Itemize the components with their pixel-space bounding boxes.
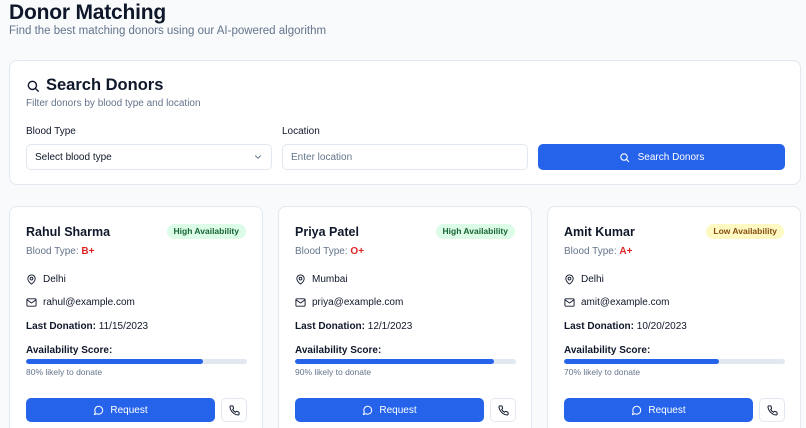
availability-score-text: 70% likely to donate	[564, 367, 641, 377]
last-donation-date: 11/15/2023	[98, 321, 149, 332]
donor-location-row: Mumbai	[295, 274, 348, 285]
call-button[interactable]	[221, 398, 247, 422]
blood-type-prefix: Blood Type:	[295, 246, 351, 257]
donor-email-row: priya@example.com	[295, 297, 403, 308]
location-label: Location	[282, 126, 320, 137]
availability-score-label: Availability Score:	[26, 345, 113, 356]
map-pin-icon	[26, 274, 37, 285]
page-title: Donor Matching	[9, 1, 167, 24]
request-button-label: Request	[379, 404, 417, 416]
donor-email: priya@example.com	[312, 297, 404, 308]
donor-card: Priya Patel High Availability Blood Type…	[278, 206, 532, 428]
blood-type-select-value: Select blood type	[35, 151, 112, 163]
location-input[interactable]	[282, 144, 528, 170]
availability-score-label: Availability Score:	[295, 345, 382, 356]
donor-location: Mumbai	[312, 274, 348, 285]
availability-score-text: 90% likely to donate	[295, 367, 372, 377]
call-button[interactable]	[490, 398, 516, 422]
blood-type-line: Blood Type: B+	[26, 246, 94, 257]
mail-icon	[564, 297, 575, 308]
donor-email-row: amit@example.com	[564, 297, 670, 308]
availability-badge: Low Availability	[706, 224, 784, 239]
request-button[interactable]: Request	[26, 398, 215, 422]
search-donors-button[interactable]: Search Donors	[538, 144, 785, 170]
map-pin-icon	[564, 274, 575, 285]
donor-email: rahul@example.com	[43, 297, 135, 308]
message-circle-icon	[93, 405, 104, 416]
donor-name: Amit Kumar	[564, 225, 635, 239]
blood-type-line: Blood Type: O+	[295, 246, 364, 257]
blood-type-value: O+	[350, 246, 365, 257]
search-card-description: Filter donors by blood type and location	[26, 98, 201, 109]
search-title-row: Search Donors	[26, 76, 163, 95]
phone-icon	[228, 404, 240, 416]
blood-type-prefix: Blood Type:	[564, 246, 620, 257]
availability-score-fill	[26, 359, 203, 364]
blood-type-line: Blood Type: A+	[564, 246, 632, 257]
blood-type-value: A+	[619, 246, 633, 257]
request-button-label: Request	[110, 404, 148, 416]
blood-type-prefix: Blood Type:	[26, 246, 82, 257]
donor-location: Delhi	[43, 274, 66, 285]
availability-badge: High Availability	[435, 224, 515, 239]
availability-score-bar	[26, 359, 247, 364]
last-donation-label: Last Donation:	[295, 321, 365, 332]
request-button[interactable]: Request	[295, 398, 484, 422]
last-donation: Last Donation: 10/20/2023	[564, 321, 687, 332]
map-pin-icon	[295, 274, 306, 285]
last-donation-label: Last Donation:	[26, 321, 96, 332]
last-donation: Last Donation: 11/15/2023	[26, 321, 148, 332]
donor-name: Rahul Sharma	[26, 225, 111, 239]
message-circle-icon	[362, 405, 373, 416]
search-donors-button-label: Search Donors	[637, 151, 705, 163]
phone-icon	[766, 404, 778, 416]
donor-email-row: rahul@example.com	[26, 297, 135, 308]
availability-score-bar	[564, 359, 785, 364]
last-donation-date: 10/20/2023	[636, 321, 687, 332]
blood-type-select[interactable]: Select blood type	[26, 144, 272, 170]
blood-type-value: B+	[81, 246, 95, 257]
mail-icon	[26, 297, 37, 308]
phone-icon	[497, 404, 509, 416]
availability-score-fill	[295, 359, 494, 364]
donor-location: Delhi	[581, 274, 604, 285]
availability-score-label: Availability Score:	[564, 345, 651, 356]
availability-score-bar	[295, 359, 516, 364]
donor-name: Priya Patel	[295, 225, 359, 239]
availability-badge: High Availability	[166, 224, 246, 239]
message-circle-icon	[631, 405, 642, 416]
mail-icon	[295, 297, 306, 308]
search-icon	[619, 152, 630, 163]
last-donation: Last Donation: 12/1/2023	[295, 321, 412, 332]
availability-score-text: 80% likely to donate	[26, 367, 103, 377]
last-donation-date: 12/1/2023	[367, 321, 413, 332]
donor-email: amit@example.com	[581, 297, 670, 308]
call-button[interactable]	[759, 398, 785, 422]
search-donors-card: Search Donors Filter donors by blood typ…	[9, 60, 801, 185]
donor-location-row: Delhi	[26, 274, 66, 285]
page-subtitle: Find the best matching donors using our …	[9, 25, 327, 37]
request-button[interactable]: Request	[564, 398, 753, 422]
request-button-label: Request	[648, 404, 686, 416]
donor-card: Rahul Sharma High Availability Blood Typ…	[9, 206, 263, 428]
search-card-title: Search Donors	[46, 76, 164, 94]
search-icon	[26, 79, 40, 93]
last-donation-label: Last Donation:	[564, 321, 634, 332]
donor-card: Amit Kumar Low Availability Blood Type: …	[547, 206, 801, 428]
blood-type-label: Blood Type	[26, 126, 76, 137]
chevron-down-icon	[253, 152, 263, 162]
donor-location-row: Delhi	[564, 274, 604, 285]
availability-score-fill	[564, 359, 719, 364]
